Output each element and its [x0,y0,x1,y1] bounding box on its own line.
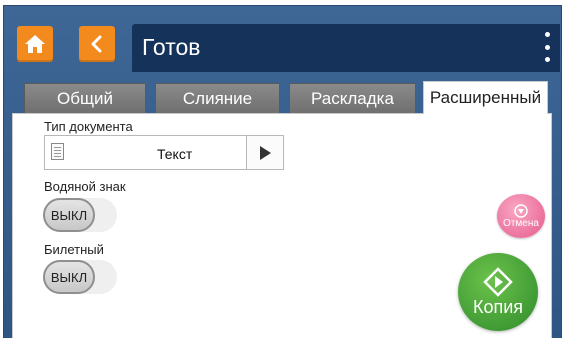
more-menu-button[interactable] [540,32,554,62]
copy-button[interactable]: Копия [458,253,538,331]
tab-general[interactable]: Общий [24,83,146,113]
watermark-toggle[interactable]: ВЫКЛ [43,198,117,232]
doc-type-label: Тип документа [44,119,133,134]
tab-layout[interactable]: Раскладка [289,83,416,113]
ticket-label: Билетный [44,242,104,257]
doc-type-next-button[interactable] [246,136,283,169]
start-diamond-icon [483,266,513,297]
chevron-left-icon [91,35,102,53]
status-title: Готов [142,34,201,60]
doc-type-value: Текст [157,146,193,162]
copy-label: Копия [472,296,524,317]
tab-advanced[interactable]: Расширенный [423,81,548,114]
cancel-button[interactable]: Отмена [497,194,545,238]
document-icon [51,143,64,160]
home-icon [25,35,45,53]
watermark-label: Водяной знак [44,179,126,194]
cancel-label: Отмена [503,217,539,229]
doc-type-select[interactable]: Текст [44,135,284,170]
ticket-toggle[interactable]: ВЫКЛ [43,260,117,294]
tab-merge[interactable]: Слияние [155,83,280,113]
home-button[interactable] [17,26,53,62]
back-button[interactable] [79,26,115,62]
stop-circle-icon [514,203,528,218]
ticket-toggle-state: ВЫКЛ [43,260,95,294]
play-arrow-icon [260,145,271,160]
more-vertical-icon [544,32,550,37]
watermark-toggle-state: ВЫКЛ [43,198,95,232]
title-bar: Готов [132,24,560,72]
